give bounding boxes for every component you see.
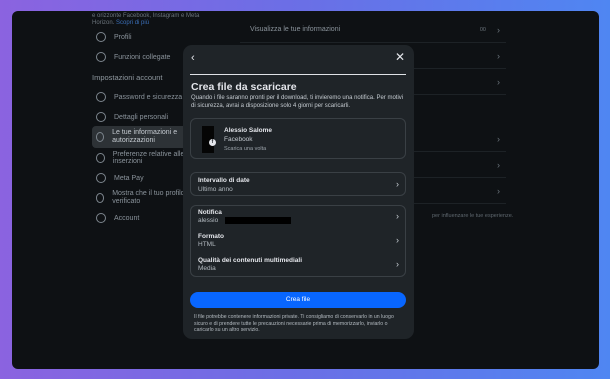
chevron-right-icon: › [396,179,399,189]
media-quality-row[interactable]: Qualità dei contenuti multimediali Media… [191,254,405,278]
notification-row[interactable]: Notifica alessio › [191,206,405,230]
sidebar-item-account[interactable]: Account [96,210,139,226]
chevron-right-icon: › [497,76,500,87]
create-file-dialog: ‹ ✕ Crea file da scaricare Quando i file… [183,45,414,339]
profile-name: Alessio Salome [224,127,273,134]
learn-more-link[interactable]: Scopri di più [116,20,149,26]
sidebar-item-label: Account [114,214,140,222]
verified-icon [96,193,105,203]
profile-icon [96,32,106,42]
id-card-icon [96,112,106,122]
back-arrow-icon[interactable]: ‹ [191,52,203,64]
notification-label: Notifica [198,209,222,216]
sidebar-item-profiles[interactable]: Profili [96,29,132,45]
chevron-right-icon: › [396,211,399,221]
chevron-right-icon: › [497,185,500,196]
row-badge: 00 [479,26,486,33]
chevron-right-icon: › [497,159,500,170]
notification-value: alessio [198,217,219,224]
sidebar-item-label: Meta Pay [114,174,144,182]
options-card: Notifica alessio › Formato HTML › Qualit… [190,205,406,277]
sidebar-item-label: Funzioni collegate [114,53,171,61]
sidebar-item-personal[interactable]: Dettagli personali [96,109,168,125]
row-label: Visualizza le tue informazioni [250,26,341,33]
chevron-right-icon: › [396,235,399,245]
date-range-value: Ultimo anno [198,186,233,193]
sidebar-item-verified[interactable]: Mostra che il tuo profilo è verificato [96,190,196,206]
sidebar-item-label: Password e sicurezza [114,93,183,101]
create-file-button[interactable]: Crea file [190,292,406,308]
sidebar-item-label: Dettagli personali [114,113,169,121]
divider [190,74,406,75]
format-label: Formato [198,233,224,240]
sidebar-item-label: Profili [114,33,132,41]
profile-card: f Alessio Salome Facebook Scarica una vo… [190,118,406,159]
sidebar-item-your-info[interactable]: Le tue informazioni e autorizzazioni [96,129,196,145]
redaction-bar [225,217,291,224]
info-icon [96,132,105,142]
card-icon [96,173,106,183]
format-row[interactable]: Formato HTML › [191,230,405,254]
chevron-right-icon: › [497,24,500,35]
profile-subtitle: Scarica una volta [224,146,267,152]
media-quality-value: Media [198,265,216,272]
date-range-label: Intervallo di date [198,177,250,184]
media-quality-label: Qualità dei contenuti multimediali [198,257,303,264]
sidebar-item-security[interactable]: Password e sicurezza [96,89,182,105]
chevron-right-icon: › [396,259,399,269]
sidebar-item-meta-pay[interactable]: Meta Pay [96,170,144,186]
format-value: HTML [198,241,216,248]
main-note: per influenzare le tue esperienze. [432,213,514,219]
dialog-description: Quando i file saranno pronti per il down… [191,95,404,109]
date-range-row[interactable]: Intervallo di date Ultimo anno › [190,172,406,196]
close-icon[interactable]: ✕ [394,51,406,63]
settings-sidebar: e orizzonte Facebook, Instagram e Meta H… [12,11,202,369]
profile-app: Facebook [224,136,253,143]
chevron-right-icon: › [497,133,500,144]
view-info-row[interactable]: Visualizza le tue informazioni 00 › [240,17,506,43]
connected-icon [96,52,106,62]
sidebar-item-connected[interactable]: Funzioni collegate [96,49,170,65]
privacy-footnote: Il file potrebbe contenere informazioni … [194,314,394,333]
account-icon [96,213,106,223]
shield-icon [96,92,106,102]
sidebar-top-note: e orizzonte Facebook, Instagram e Meta H… [92,13,212,27]
chevron-right-icon: › [497,50,500,61]
dialog-title: Crea file da scaricare [191,81,297,93]
megaphone-icon [96,153,105,163]
facebook-badge-icon: f [209,139,216,146]
section-title: Impostazioni account [92,73,163,82]
